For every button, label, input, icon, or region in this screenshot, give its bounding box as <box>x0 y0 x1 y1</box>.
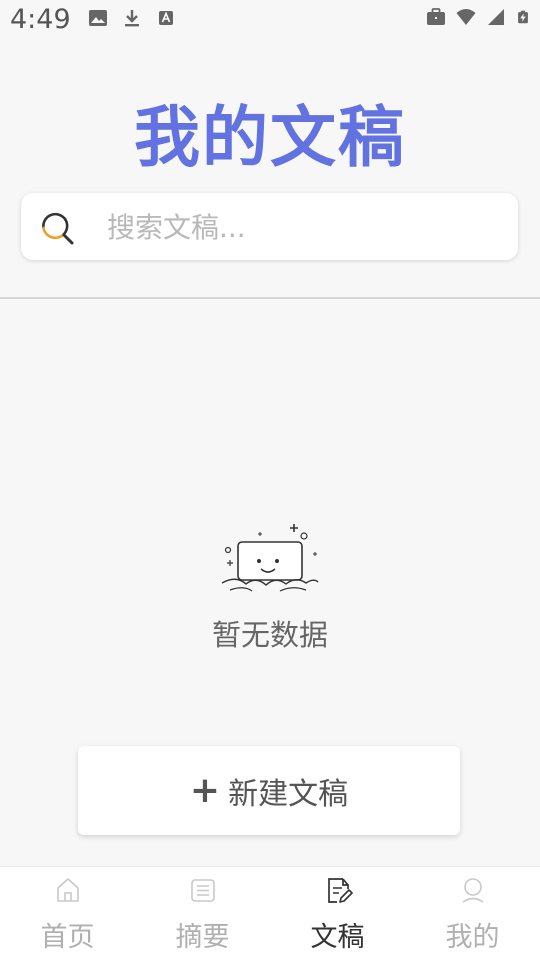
nav-label-home: 首页 <box>40 922 95 953</box>
search-box[interactable] <box>21 193 518 260</box>
new-document-label: 新建文稿 <box>228 776 349 812</box>
bottom-nav: 首页 摘要 文稿 我的 <box>0 866 540 961</box>
nav-label-documents: 文稿 <box>310 922 365 953</box>
nav-item-summary[interactable]: 摘要 <box>135 867 270 961</box>
empty-state-message: 暂无数据 <box>211 618 328 652</box>
empty-box-icon <box>221 524 319 592</box>
a-badge-icon <box>159 11 173 25</box>
nav-label-summary: 摘要 <box>175 922 230 953</box>
document-edit-icon <box>327 878 353 903</box>
wifi-icon <box>456 9 476 25</box>
nav-item-profile[interactable]: 我的 <box>405 867 540 961</box>
signal-icon <box>488 9 504 25</box>
download-icon <box>125 10 139 27</box>
plus-icon: + <box>189 769 221 811</box>
summary-icon <box>190 879 215 902</box>
home-icon <box>56 878 79 902</box>
search-input[interactable] <box>105 203 509 251</box>
nav-item-home[interactable]: 首页 <box>0 867 135 961</box>
status-right-icons <box>426 7 530 27</box>
status-bar: 4:49 <box>0 0 540 44</box>
nav-label-profile: 我的 <box>445 922 500 953</box>
image-icon <box>89 10 107 26</box>
nav-item-documents[interactable]: 文稿 <box>270 867 405 961</box>
divider <box>0 297 540 299</box>
briefcase-icon <box>427 8 445 25</box>
new-document-button[interactable]: + 新建文稿 <box>78 746 460 835</box>
status-time: 4:49 <box>10 4 71 35</box>
search-icon <box>42 212 74 245</box>
page-title: 我的文稿 <box>134 99 406 176</box>
profile-icon <box>462 878 483 903</box>
battery-icon <box>518 10 528 24</box>
status-left-icons <box>88 8 176 28</box>
